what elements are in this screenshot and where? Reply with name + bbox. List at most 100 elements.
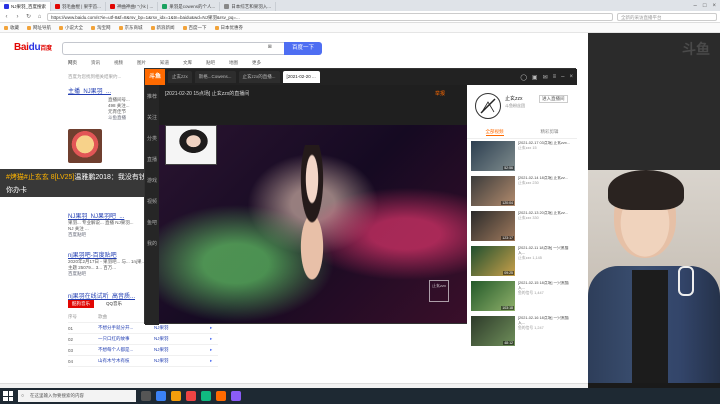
bookmark-6[interactable]: 百度一下	[182, 25, 207, 31]
douyu-logo[interactable]: 斗鱼	[145, 69, 165, 85]
folder-icon	[59, 25, 63, 30]
tab-all-videos[interactable]: 全部视频	[485, 129, 504, 136]
play-icon[interactable]: ▸	[210, 325, 212, 331]
player-tab-2[interactable]: 止玄zzx的直播...	[238, 71, 280, 83]
tab-web[interactable]: 网页	[68, 60, 77, 66]
close-icon[interactable]: ×	[569, 74, 573, 81]
bookmark-1[interactable]: 网址导航	[27, 25, 51, 31]
back-icon[interactable]: ‹	[3, 14, 10, 20]
browser-search-field[interactable]: 全新的采访直播平台	[617, 12, 717, 21]
bookmark-0[interactable]: 收藏	[4, 25, 19, 31]
tab-wenku[interactable]: 文库	[183, 60, 192, 66]
tab-highlights[interactable]: 精彩剪辑	[541, 129, 559, 136]
baidu-logo[interactable]: Baidu百度	[14, 42, 52, 53]
browser-taskbar-icon[interactable]	[156, 391, 166, 401]
sidebar-item-mine[interactable]: 我的	[147, 240, 157, 247]
result-title-link[interactable]: nj果羽在线试听_高音质...	[68, 291, 135, 300]
browser-tab-0[interactable]: NJ果羽_百度搜索	[0, 2, 52, 11]
tab-qqmusic[interactable]: QQ音乐	[102, 300, 126, 308]
list-item[interactable]: 48:12 [2021-02-16 18点场] 一只黑猫入... 鱼的信号 1,2…	[471, 316, 575, 349]
windows-start-icon[interactable]	[3, 391, 13, 401]
app-taskbar-icon[interactable]	[231, 391, 241, 401]
table-row[interactable]: 02 一只口红的故事 NJ果羽 ▸	[68, 334, 218, 345]
table-row[interactable]: 04 山有木兮木有枝 NJ果羽 ▸	[68, 356, 218, 367]
browser-tab-3[interactable]: 果羽是cowens的个人...	[158, 2, 221, 11]
tab-video[interactable]: 视频	[114, 60, 123, 66]
table-row[interactable]: 01 不想分手就分开... NJ果羽 ▸	[68, 323, 218, 334]
sidebar-item-recommend[interactable]: 推荐	[147, 93, 157, 100]
home-icon[interactable]: ⌂	[36, 14, 43, 20]
browser-tab-4[interactable]: 日本综艺和果羽入...	[220, 2, 276, 11]
menu-icon[interactable]: ≡	[553, 74, 557, 81]
list-item[interactable]: 103:18 [2021-02-15 18点场] 一只黑猫入... 鱼的信号 1,…	[471, 281, 575, 314]
sidebar-item-yuba[interactable]: 鱼吧	[147, 219, 157, 226]
bookmark-3[interactable]: 淘宝网	[91, 25, 111, 31]
play-icon[interactable]: ▸	[210, 336, 212, 342]
anchor-panel: 止玄zzx 斗鱼粉丝团 进入直播间 全部视频 精彩剪辑 52:56 [2021-…	[467, 85, 577, 346]
result-thumbnail[interactable]	[68, 129, 102, 163]
app-taskbar-icon[interactable]	[186, 391, 196, 401]
video-thumbnail: 103:18	[471, 281, 515, 311]
tab-tieba[interactable]: 贴吧	[206, 60, 215, 66]
browser-tab-2[interactable]: 神曲神曲! "小k | ...	[106, 2, 159, 11]
bookmark-2[interactable]: 小说大全	[59, 25, 83, 31]
sidebar-item-game[interactable]: 游戏	[147, 177, 157, 184]
list-item[interactable]: 52:56 [2021-02-17 03点场] 止玄zzx... 止玄zzx 15	[471, 141, 575, 174]
maximize-icon[interactable]: □	[703, 3, 707, 9]
player-tab-0[interactable]: 止玄zzx	[168, 71, 192, 83]
anchor-avatar[interactable]	[475, 93, 501, 119]
bookmark-5[interactable]: 新浪新闻	[150, 25, 175, 31]
player-tab-3[interactable]: [2021-02-20 ...	[282, 71, 320, 83]
app-taskbar-icon[interactable]	[201, 391, 211, 401]
baidu-nav-tabs: 网页 资讯 视频 图片 知道 文库 贴吧 地图 更多	[68, 60, 261, 66]
result-title-link[interactable]: NJ果羽_NJ果羽吧_...	[68, 211, 134, 220]
list-item[interactable]: 120:04 [2021-02-14 18点场] 止玄zz... 止玄zzx 23…	[471, 176, 575, 209]
close-icon[interactable]: ×	[712, 3, 716, 9]
enter-room-button[interactable]: 进入直播间	[539, 95, 568, 103]
report-button[interactable]: 举报	[435, 90, 445, 97]
tab-image[interactable]: 图片	[137, 60, 146, 66]
baidu-search-button[interactable]: 百度一下	[284, 42, 322, 55]
gift-icon[interactable]: ▣	[532, 74, 538, 81]
bookmark-4[interactable]: 京东商城	[118, 25, 143, 31]
result-title-link[interactable]: 主播_NJ果羽_...	[68, 86, 111, 95]
result-title-link[interactable]: nj果羽吧-百度贴吧	[68, 250, 145, 259]
forward-icon[interactable]: ›	[14, 14, 21, 20]
anchor-name: 止玄zzx	[505, 96, 523, 102]
minimize-icon[interactable]: –	[561, 74, 564, 81]
stream-overlay-area: 斗鱼	[588, 33, 720, 170]
baidu-search-input[interactable]	[62, 42, 284, 55]
list-item[interactable]: 123:17 [2021-02-13 20点场] 止玄zz... 止玄zzx 33…	[471, 211, 575, 244]
list-item[interactable]: 09:25 [2021-02-11 18点场] 一只黑猫入... 止玄zzx 1,…	[471, 246, 575, 279]
tab-kugou[interactable]: 酷狗音乐	[68, 300, 94, 308]
refresh-icon[interactable]: ↻	[25, 13, 32, 20]
sidebar-item-category[interactable]: 分类	[147, 135, 157, 142]
bookmark-7[interactable]: 日本优惠券	[214, 25, 243, 31]
taskbar-search-input[interactable]: 在这里输入你要搜索的内容	[18, 390, 136, 402]
url-field[interactable]: https://www.baidu.com/s?ie=utf-8&f=8&rsv…	[47, 12, 613, 21]
tab-map[interactable]: 地图	[229, 60, 238, 66]
folder-icon	[118, 25, 123, 30]
sidebar-item-live[interactable]: 直播	[147, 156, 157, 163]
task-view-icon[interactable]	[141, 391, 151, 401]
folder-taskbar-icon[interactable]	[171, 391, 181, 401]
screen: NJ果羽_百度搜索 羽毛曲棍 | 果字首... 神曲神曲! "小k | ... …	[0, 0, 720, 404]
result-count: 百度为您找到相关结果约...	[68, 74, 122, 79]
streamer-cam-inset	[165, 125, 217, 165]
tab-more[interactable]: 更多	[252, 60, 261, 66]
douyu-taskbar-icon[interactable]	[216, 391, 226, 401]
tab-zhidao[interactable]: 知道	[160, 60, 169, 66]
sidebar-item-video[interactable]: 视频	[147, 198, 157, 205]
minimize-icon[interactable]: –	[694, 3, 697, 9]
browser-tab-1[interactable]: 羽毛曲棍 | 果字首...	[51, 2, 106, 11]
sidebar-item-follow[interactable]: 关注	[147, 114, 157, 121]
table-row[interactable]: 03 不想每个人都是... NJ果羽 ▸	[68, 345, 218, 356]
play-icon[interactable]: ▸	[210, 347, 212, 353]
player-tab-1[interactable]: 斯格...Cowens...	[194, 71, 236, 83]
camera-icon[interactable]: ◙	[268, 44, 272, 50]
message-icon[interactable]: ✉	[543, 74, 548, 81]
tab-favicon-icon	[55, 4, 61, 9]
play-icon[interactable]: ▸	[210, 358, 212, 364]
user-icon[interactable]: ◯	[520, 74, 527, 81]
tab-news[interactable]: 资讯	[91, 60, 100, 66]
